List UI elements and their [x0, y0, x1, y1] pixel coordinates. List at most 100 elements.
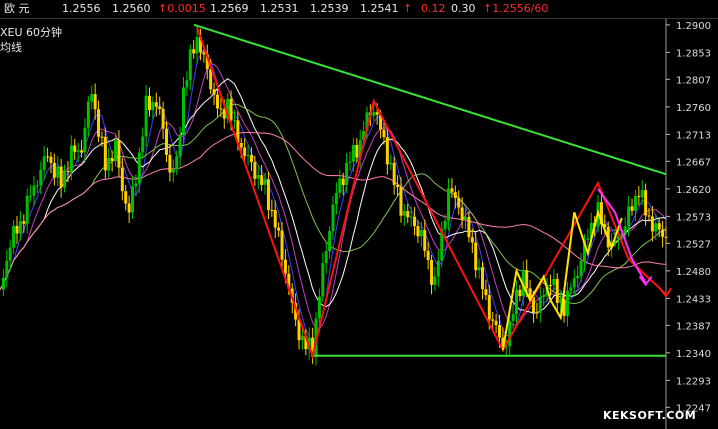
- candle-body: [419, 230, 423, 237]
- candle-body: [430, 259, 434, 285]
- candle-body: [372, 112, 376, 116]
- candle-body: [416, 226, 420, 237]
- candle-body: [15, 225, 19, 234]
- candle-body: [487, 295, 491, 320]
- candle-body: [467, 216, 471, 238]
- candle-body: [334, 192, 338, 205]
- candle-body: [341, 178, 345, 186]
- candle-body: [273, 210, 277, 228]
- candle-body: [518, 289, 522, 297]
- candle-body: [576, 275, 580, 279]
- candle-body: [338, 178, 342, 193]
- candle-body: [93, 94, 97, 110]
- candle-body: [280, 230, 284, 260]
- candle-body: [657, 223, 661, 230]
- zigzag-yellow: [501, 208, 623, 351]
- candle-body: [565, 290, 569, 316]
- y-tick-label: 1.2480: [676, 267, 711, 278]
- candle-body: [35, 185, 39, 187]
- candle-body: [215, 94, 219, 109]
- candle-body: [12, 225, 16, 248]
- candle-body: [243, 147, 247, 156]
- candle-body: [321, 263, 325, 297]
- y-tick-label: 1.2527: [676, 239, 711, 250]
- candle-body: [484, 289, 488, 296]
- candle-body: [83, 127, 87, 153]
- candle-body: [436, 260, 440, 277]
- candle-body: [52, 162, 56, 178]
- candle-body: [154, 102, 158, 107]
- candle-body: [168, 154, 172, 173]
- candle-body: [32, 185, 36, 196]
- candle-body: [134, 183, 138, 187]
- candle-body: [447, 188, 451, 221]
- candle-body: [76, 150, 80, 152]
- candle-body: [90, 94, 94, 102]
- candle-body: [270, 209, 274, 211]
- y-tick-label: 1.2573: [676, 212, 711, 223]
- candle-body: [46, 156, 50, 158]
- candle-body: [514, 289, 518, 315]
- candle-body: [477, 267, 481, 271]
- candle-body: [158, 106, 162, 109]
- y-tick-label: 1.2667: [676, 157, 711, 168]
- candle-body: [345, 162, 349, 186]
- candle-body: [552, 278, 556, 286]
- candle-body: [171, 169, 175, 173]
- candle-body: [423, 230, 427, 251]
- candle-body: [161, 108, 165, 129]
- y-tick-label: 1.2340: [676, 349, 711, 360]
- candle-body: [317, 296, 321, 319]
- forecast-arrow-magenta: [638, 275, 653, 287]
- y-tick-label: 1.2293: [676, 376, 711, 387]
- candle-body: [324, 251, 328, 264]
- candle-body: [239, 142, 243, 148]
- candle-body: [511, 314, 515, 321]
- candle-body: [260, 175, 264, 185]
- candle-body: [185, 80, 189, 88]
- candle-body: [8, 247, 12, 261]
- candle-body: [97, 109, 101, 137]
- candle-body: [69, 145, 73, 173]
- candle-body: [165, 128, 168, 155]
- candle-body: [103, 136, 107, 171]
- candle-body: [623, 226, 627, 234]
- candle-body: [124, 191, 128, 204]
- y-tick-label: 1.2853: [676, 48, 711, 59]
- candle-body: [644, 190, 648, 216]
- candle-body: [572, 278, 576, 288]
- candle-body: [538, 297, 542, 313]
- candle-body: [508, 320, 512, 347]
- ma-label: 均线: [0, 41, 22, 54]
- y-tick-label: 1.2620: [676, 185, 711, 196]
- candle-body: [457, 197, 461, 208]
- candle-body: [1, 277, 5, 290]
- candle-body: [107, 157, 111, 171]
- candle-body: [392, 162, 396, 185]
- candle-body: [481, 267, 485, 290]
- candle-body: [355, 145, 359, 158]
- candle-body: [66, 170, 70, 173]
- candle-body: [144, 95, 148, 137]
- candle-body: [29, 195, 33, 197]
- candle-body: [579, 260, 583, 276]
- candle-body: [474, 242, 478, 271]
- candle-body: [114, 140, 118, 162]
- chart-window: 欧 元 1.2556 1.2560 ↑0.0015 1.2569 1.2531 …: [0, 0, 718, 429]
- candle-body: [232, 120, 236, 122]
- candle-body: [256, 175, 260, 179]
- candle-body: [406, 211, 410, 218]
- candle-body: [450, 188, 454, 193]
- candle-body: [402, 211, 406, 216]
- candle-body: [148, 95, 152, 111]
- candle-body: [151, 102, 155, 111]
- candle-body: [195, 36, 199, 54]
- candle-body: [409, 216, 413, 218]
- candle-body: [433, 276, 437, 285]
- candle-body: [426, 250, 430, 260]
- candle-body: [263, 179, 267, 185]
- candle-body: [640, 190, 644, 198]
- candle-body: [627, 206, 631, 227]
- y-tick-label: 1.2713: [676, 130, 711, 141]
- candle-body: [175, 156, 179, 170]
